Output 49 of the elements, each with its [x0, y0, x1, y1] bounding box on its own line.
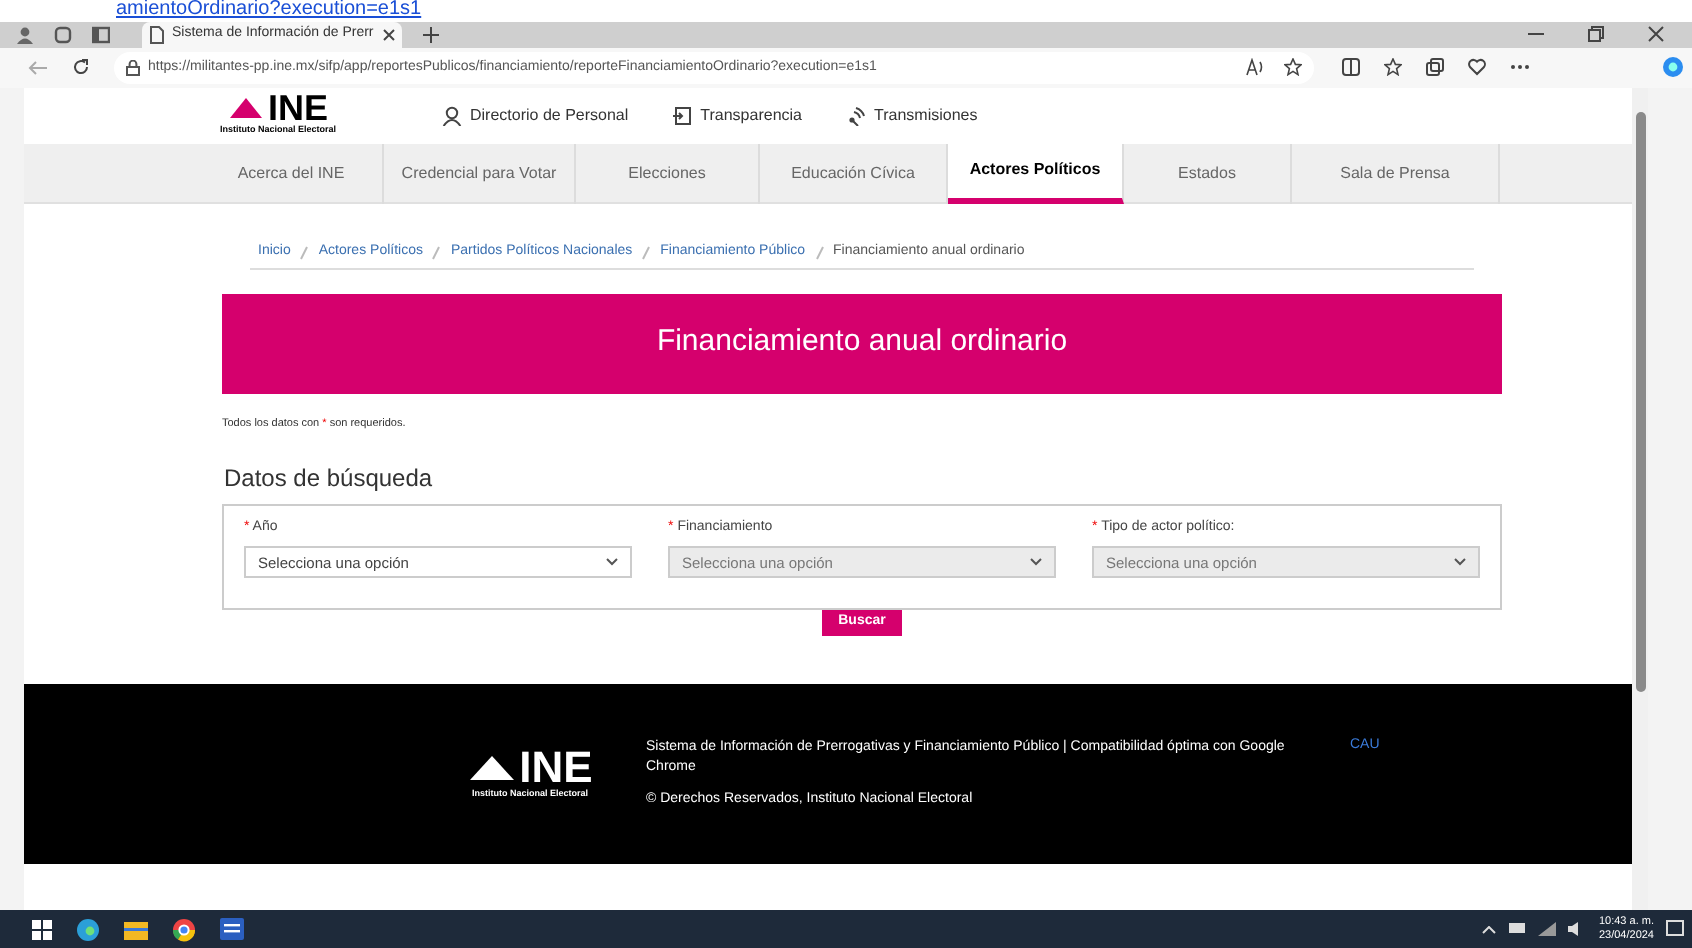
star-list-icon[interactable] — [1384, 58, 1402, 77]
folder-icon[interactable] — [124, 919, 148, 940]
logo-text: INE — [267, 92, 328, 125]
chevron-up-icon[interactable] — [1482, 925, 1497, 934]
person-icon — [442, 105, 462, 126]
more-icon[interactable] — [1510, 64, 1530, 71]
chevron-down-icon — [1030, 558, 1042, 567]
heart-icon[interactable] — [1468, 58, 1486, 77]
nav-tab[interactable]: Sala de Prensa — [1292, 143, 1500, 204]
monitor-icon[interactable] — [1508, 922, 1527, 937]
plus-icon[interactable] — [422, 25, 440, 44]
lock-icon — [126, 59, 140, 76]
antenna-icon — [846, 105, 866, 126]
collections-icon[interactable] — [54, 25, 72, 44]
slash-separator-icon — [300, 245, 309, 260]
nav-tab[interactable]: Credencial para Votar — [384, 143, 576, 204]
header-link[interactable]: Directorio de Personal — [442, 103, 629, 128]
scrollbar[interactable] — [1632, 87, 1648, 910]
header-link[interactable]: Transmisiones — [846, 103, 978, 128]
section-title: Datos de búsqueda — [224, 461, 435, 496]
windows-icon[interactable] — [32, 919, 52, 940]
logo-text: INE — [519, 747, 593, 788]
minimize-icon[interactable] — [1528, 32, 1544, 37]
collections-icon[interactable] — [1426, 58, 1444, 77]
star-icon[interactable] — [1284, 58, 1302, 77]
nav-tab[interactable]: Estados — [1124, 143, 1292, 204]
read-aloud-icon[interactable] — [1246, 58, 1264, 77]
page-title: Financiamiento anual ordinario — [656, 322, 1068, 363]
profile-icon[interactable] — [16, 25, 34, 44]
slash-separator-icon — [815, 245, 824, 260]
nav-tab[interactable]: Acerca del INE — [200, 143, 384, 204]
document-icon — [672, 105, 693, 126]
chevron-down-icon — [1454, 558, 1466, 567]
chrome-icon[interactable] — [172, 917, 196, 942]
slash-separator-icon — [642, 245, 651, 260]
nav-tab[interactable]: Actores Políticos — [948, 143, 1124, 204]
copilot-icon[interactable] — [1662, 56, 1684, 79]
chevron-down-icon — [606, 558, 618, 567]
close-icon[interactable] — [1648, 26, 1664, 43]
restore-icon[interactable] — [1588, 26, 1604, 43]
nav-tab[interactable]: Elecciones — [576, 143, 760, 204]
close-icon[interactable] — [381, 27, 396, 42]
address-link[interactable]: amientoOrdinario?execution=e1s1 — [116, 0, 422, 21]
split-screen-icon[interactable] — [1342, 58, 1360, 77]
page-icon — [150, 25, 164, 44]
header-link[interactable]: Transparencia — [672, 103, 802, 128]
refresh-icon[interactable] — [72, 58, 90, 77]
slash-separator-icon — [432, 245, 441, 260]
network-icon[interactable] — [1538, 922, 1557, 937]
